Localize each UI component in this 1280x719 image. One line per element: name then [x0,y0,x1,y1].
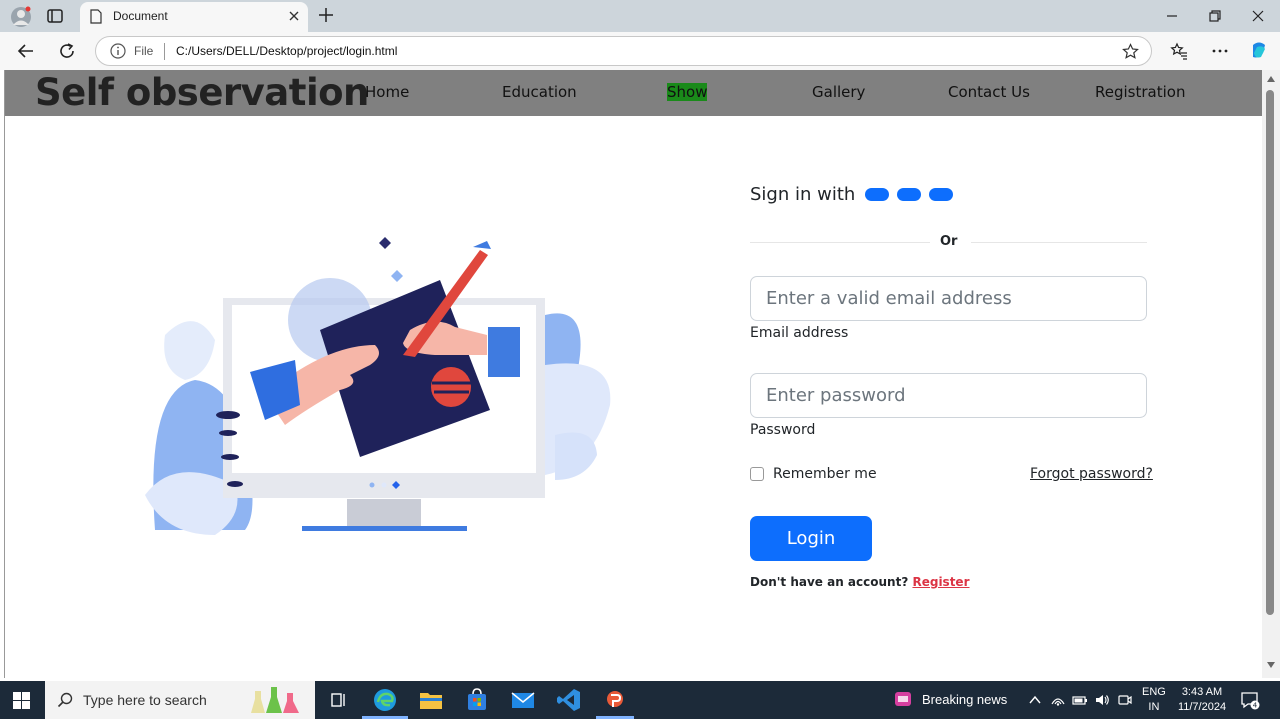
page-scrollbar[interactable] [1262,70,1280,678]
news-widget-text[interactable]: Breaking news [922,692,1007,707]
divider-line [971,242,1147,243]
windows-taskbar: Type here to search Breaking news ENG IN… [0,681,1280,719]
email-field[interactable] [750,276,1147,321]
favorite-star-icon[interactable] [1122,43,1139,60]
file-explorer-icon[interactable] [418,687,444,713]
nav-show[interactable]: Show [667,83,708,101]
scrollbar-thumb[interactable] [1266,90,1274,615]
nav-education[interactable]: Education [502,83,577,101]
minimize-icon[interactable] [1164,8,1180,24]
system-clock[interactable]: 3:43 AM 11/7/2024 [1174,685,1230,715]
social-login-button-2[interactable] [897,188,921,201]
search-placeholder: Type here to search [83,692,207,708]
region-code: IN [1148,701,1160,713]
search-icon [57,692,73,708]
tab-actions-icon[interactable] [46,7,64,25]
remember-me-checkbox[interactable] [750,467,764,481]
scroll-down-icon[interactable] [1267,662,1275,668]
vs-code-icon[interactable] [556,687,582,713]
volume-icon[interactable] [1094,692,1110,708]
nav-contact-us[interactable]: Contact Us [948,83,1030,101]
nav-registration[interactable]: Registration [1095,83,1185,101]
remember-me-label[interactable]: Remember me [773,466,877,482]
news-widget-icon[interactable] [893,689,913,709]
address-separator [164,43,165,60]
tab-strip: Document [0,0,1280,32]
scheme-label: File [134,44,154,58]
email-label: Email address [750,325,849,341]
notification-icon[interactable]: 4 [1240,690,1260,710]
nav-gallery[interactable]: Gallery [812,83,865,101]
clock-date: 11/7/2024 [1177,701,1227,713]
science-flasks-icon [251,687,299,713]
clock-time: 3:43 AM [1181,686,1223,698]
copilot-icon[interactable] [1249,41,1269,61]
no-account-text: Don't have an account? [750,575,913,589]
navigation-bar: File C:/Users/DELL/Desktop/project/login… [0,32,1280,70]
sign-in-with-label: Sign in with [750,184,856,205]
scroll-up-icon[interactable] [1267,76,1275,82]
address-bar[interactable]: File C:/Users/DELL/Desktop/project/login… [95,36,1152,66]
register-prompt: Don't have an account? Register [750,575,970,589]
task-view-icon[interactable] [325,687,351,713]
or-divider-text: Or [940,234,958,249]
language-code: ENG [1142,686,1166,698]
language-indicator[interactable]: ENG IN [1142,685,1166,715]
password-label: Password [750,422,816,438]
browser-window: Document File C:/Users/DELL/Desktop/proj… [0,0,1280,719]
login-button[interactable]: Login [750,516,872,561]
notification-count: 4 [1253,702,1258,710]
login-illustration [145,237,611,535]
page-viewport: Self observation Home Education Show Gal… [4,70,1262,678]
nav-home[interactable]: Home [365,83,409,101]
site-title: Self observation [35,71,369,114]
site-header: Self observation Home Education Show Gal… [5,70,1262,116]
windows-start-icon[interactable] [13,692,30,709]
back-icon[interactable] [17,42,35,60]
social-login-button-3[interactable] [929,188,953,201]
chevron-up-icon[interactable] [1027,692,1043,708]
social-login-button-1[interactable] [865,188,889,201]
new-tab-icon[interactable] [318,7,334,23]
refresh-icon[interactable] [58,42,76,60]
document-icon [90,9,102,24]
taskbar-search-box[interactable]: Type here to search [45,681,315,719]
microsoft-store-icon[interactable] [464,687,490,713]
app-icon[interactable] [602,687,628,713]
browser-tab[interactable]: Document [80,2,308,32]
battery-icon[interactable] [1072,692,1088,708]
info-icon[interactable] [110,43,126,59]
meet-now-icon[interactable] [1117,692,1133,708]
network-icon[interactable] [1050,692,1066,708]
more-menu-icon[interactable] [1211,42,1229,60]
tab-title: Document [113,9,168,23]
password-field[interactable] [750,373,1147,418]
close-window-icon[interactable] [1250,8,1266,24]
url-text[interactable]: C:/Users/DELL/Desktop/project/login.html [176,44,397,58]
mail-icon[interactable] [510,687,536,713]
divider-line [750,242,930,243]
restore-icon[interactable] [1207,8,1223,24]
edge-browser-icon[interactable] [372,687,398,713]
profile-icon[interactable] [10,6,32,28]
close-tab-icon[interactable] [288,10,300,22]
forgot-password-link[interactable]: Forgot password? [1030,466,1153,482]
register-link[interactable]: Register [912,575,969,589]
favorites-icon[interactable] [1170,42,1188,60]
